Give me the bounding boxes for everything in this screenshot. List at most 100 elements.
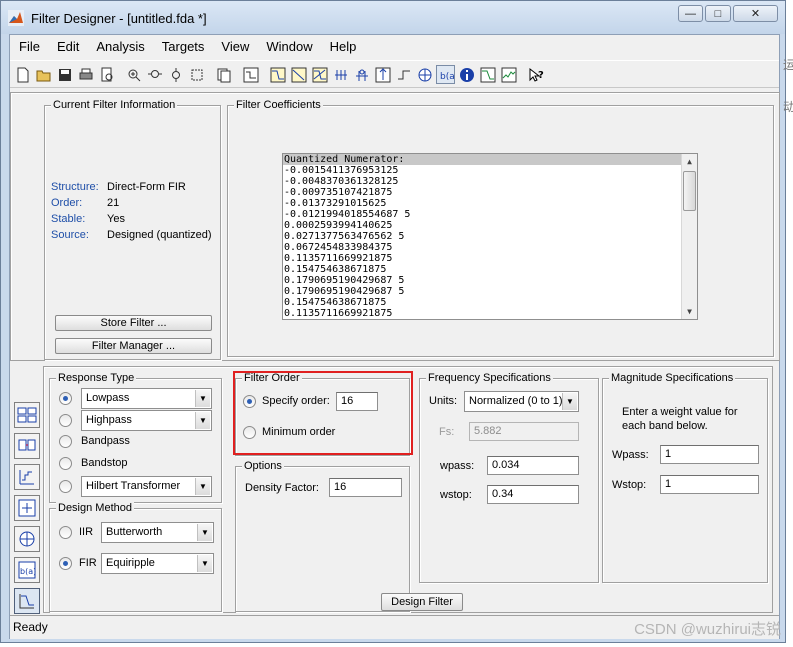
density-factor-input[interactable]: 16: [329, 478, 402, 497]
fir-radio[interactable]: [59, 557, 72, 570]
realize-model-icon[interactable]: [14, 495, 40, 521]
hilbert-combo[interactable]: Hilbert Transformer ▼: [81, 476, 212, 497]
coefficient-row[interactable]: 0.1790695190429687 5: [283, 275, 697, 286]
wpass-weight-input[interactable]: 1: [660, 445, 759, 464]
menu-file[interactable]: File: [10, 39, 48, 54]
fir-label: FIR: [79, 557, 97, 569]
menu-window[interactable]: Window: [257, 39, 320, 54]
transform-filter-icon[interactable]: [14, 402, 40, 428]
pole-zero-editor-icon[interactable]: [14, 526, 40, 552]
impulse-response-icon[interactable]: [373, 65, 392, 84]
print-icon[interactable]: [76, 65, 95, 84]
density-factor-label: Density Factor:: [245, 482, 319, 494]
maximize-button[interactable]: □: [705, 5, 731, 22]
title-bar[interactable]: Filter Designer - [untitled.fda *] — □ ✕: [1, 1, 785, 34]
filter-info-icon[interactable]: [457, 65, 476, 84]
options-panel: Options Density Factor: 16: [235, 460, 410, 612]
bandstop-radio[interactable]: [59, 457, 72, 470]
full-view-icon[interactable]: [187, 65, 206, 84]
coefficient-row[interactable]: 0.154754638671875: [283, 264, 697, 275]
lowpass-combo[interactable]: Lowpass ▼: [81, 388, 212, 409]
noise-power-icon[interactable]: [499, 65, 518, 84]
coefficients-scrollbar[interactable]: ▲ ▼: [681, 154, 697, 319]
fs-input[interactable]: 5.882: [469, 422, 579, 441]
fs-label: Fs:: [439, 426, 455, 438]
coefficient-row[interactable]: -0.01373291015625: [283, 198, 697, 209]
highpass-radio[interactable]: [59, 414, 72, 427]
status-text: Ready: [13, 620, 48, 634]
coefficient-row[interactable]: 0.0271377563476562 5: [283, 231, 697, 242]
magnitude-response-icon[interactable]: [268, 65, 287, 84]
wstop-freq-input[interactable]: 0.34: [487, 485, 579, 504]
wpass-freq-label: wpass:: [440, 460, 475, 472]
iir-radio[interactable]: [59, 526, 72, 539]
scroll-up-icon[interactable]: ▲: [682, 154, 697, 169]
iir-method-combo[interactable]: Butterworth ▼: [101, 522, 214, 543]
wstop-weight-input[interactable]: 1: [660, 475, 759, 494]
zoom-y-icon[interactable]: [166, 65, 185, 84]
quantization-icon[interactable]: [14, 464, 40, 490]
coefficients-listbox[interactable]: Quantized Numerator: -0.0015411376953125-…: [282, 153, 698, 320]
wpass-freq-input[interactable]: 0.034: [487, 456, 579, 475]
coefficient-row[interactable]: 0.1135711669921875: [283, 253, 697, 264]
response-type-title: Response Type: [56, 372, 137, 384]
minimize-button[interactable]: —: [678, 5, 703, 22]
menu-edit[interactable]: Edit: [48, 39, 87, 54]
wstop-freq-label: wstop:: [440, 489, 472, 501]
filter-manager-button[interactable]: Filter Manager ...: [55, 338, 212, 354]
group-delay-icon[interactable]: [331, 65, 350, 84]
close-button[interactable]: ✕: [733, 5, 778, 22]
scroll-down-icon[interactable]: ▼: [682, 304, 697, 319]
coefficient-row[interactable]: -0.0015411376953125: [283, 165, 697, 176]
lowpass-radio[interactable]: [59, 392, 72, 405]
menu-view[interactable]: View: [212, 39, 257, 54]
design-filter-button[interactable]: Design Filter: [381, 593, 463, 611]
open-icon[interactable]: [34, 65, 53, 84]
pole-zero-icon[interactable]: [415, 65, 434, 84]
coefficient-row[interactable]: 0.154754638671875: [283, 297, 697, 308]
menu-analysis[interactable]: Analysis: [87, 39, 152, 54]
coefficient-row[interactable]: -0.0121994018554687 5: [283, 209, 697, 220]
print-preview-icon[interactable]: [97, 65, 116, 84]
phase-response-icon[interactable]: [289, 65, 308, 84]
import-filter-icon[interactable]: b(a): [14, 557, 40, 583]
coefficient-row[interactable]: 0.1790695190429687 5: [283, 286, 697, 297]
magnitude-estimate-icon[interactable]: [478, 65, 497, 84]
coefficient-row[interactable]: -0.0048370361328125: [283, 176, 697, 187]
coefficient-row[interactable]: 0.1135711669921875: [283, 308, 697, 319]
magnitude-specs-title: Magnitude Specifications: [609, 372, 736, 384]
menu-bar: File Edit Analysis Targets View Window H…: [10, 35, 779, 58]
new-icon[interactable]: [13, 65, 32, 84]
coefficient-row[interactable]: 0.0002593994140625: [283, 220, 697, 231]
units-label: Units:: [429, 395, 458, 407]
iir-label: IIR: [79, 526, 94, 538]
magnitude-phase-icon[interactable]: [310, 65, 329, 84]
create-multirate-icon[interactable]: [14, 433, 40, 459]
save-icon[interactable]: [55, 65, 74, 84]
new-window-icon[interactable]: [214, 65, 233, 84]
scroll-thumb[interactable]: [683, 171, 696, 211]
wpass-weight-label: Wpass:: [612, 449, 649, 461]
units-combo[interactable]: Normalized (0 to 1) ▼: [464, 391, 579, 412]
menu-targets[interactable]: Targets: [153, 39, 213, 54]
whats-this-icon[interactable]: ?: [526, 65, 545, 84]
coefficients-header[interactable]: Quantized Numerator:: [283, 154, 697, 165]
highlight-box: [233, 371, 413, 455]
client-area: File Edit Analysis Targets View Window H…: [9, 34, 780, 639]
hilbert-radio[interactable]: [59, 480, 72, 493]
coefficient-row[interactable]: 0.0672454833984375: [283, 242, 697, 253]
coefficient-row[interactable]: -0.009735107421875: [283, 187, 697, 198]
filter-coefficients-icon[interactable]: b(a): [436, 65, 455, 84]
highpass-combo[interactable]: Highpass ▼: [81, 410, 212, 431]
fir-method-combo[interactable]: Equiripple ▼: [101, 553, 214, 574]
bandpass-radio[interactable]: [59, 435, 72, 448]
phase-delay-icon[interactable]: [352, 65, 371, 84]
step-response-icon[interactable]: [394, 65, 413, 84]
filter-specs-icon[interactable]: [241, 65, 260, 84]
menu-help[interactable]: Help: [321, 39, 365, 54]
zoom-x-icon[interactable]: [145, 65, 164, 84]
coefficient-row[interactable]: 0.0672454833984375: [283, 319, 697, 320]
store-filter-button[interactable]: Store Filter ...: [55, 315, 212, 331]
design-filter-mode-icon[interactable]: [14, 588, 40, 614]
zoom-in-icon[interactable]: [124, 65, 143, 84]
